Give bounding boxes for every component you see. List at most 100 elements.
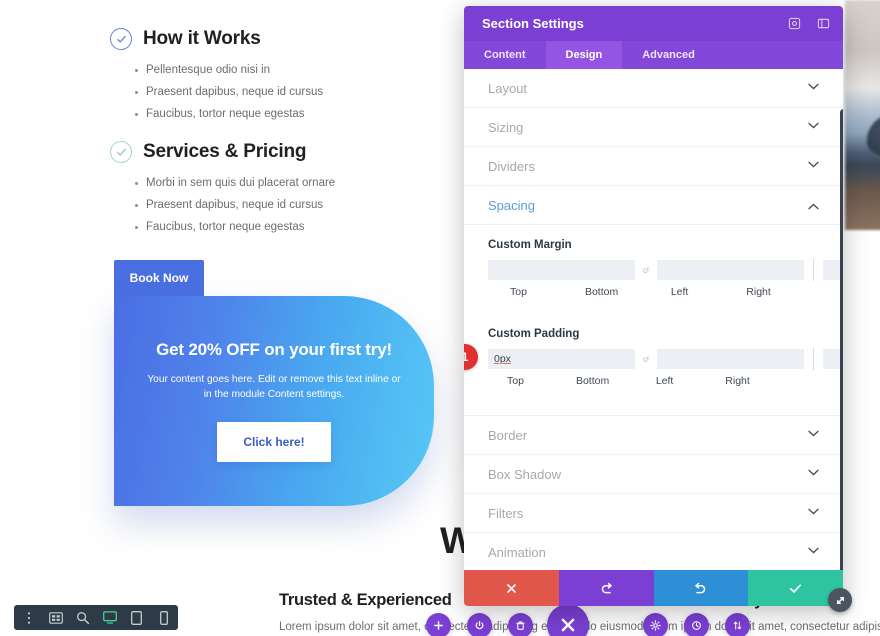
undo-icon <box>601 582 612 593</box>
chevron-down-icon <box>808 508 819 518</box>
accordion-label: Animation <box>488 544 546 560</box>
panel-title: Section Settings <box>482 16 584 31</box>
resize-icon <box>836 596 844 604</box>
desktop-view-icon[interactable] <box>102 610 117 625</box>
sublabel-top: Top <box>507 375 524 387</box>
chevron-down-icon <box>808 83 819 93</box>
sublabel-bottom: Bottom <box>575 375 610 387</box>
panel-body: Layout Sizing Dividers Spacing Custom Ma… <box>464 69 843 570</box>
panel-scrollbar[interactable] <box>840 109 843 570</box>
reorder-button[interactable] <box>725 613 750 636</box>
grid-view-icon[interactable] <box>48 610 63 625</box>
feature-heading: Services & Pricing <box>110 141 335 163</box>
zoom-view-icon[interactable] <box>75 610 90 625</box>
layout-toggle-icon[interactable] <box>816 16 831 31</box>
list-item: Faucibus, tortor neque egestas <box>134 103 323 125</box>
delete-module-button[interactable] <box>508 613 533 636</box>
sort-icon <box>733 621 742 630</box>
panel-header-actions <box>787 6 831 41</box>
padding-bottom-input[interactable] <box>657 349 804 369</box>
divider <box>813 259 814 281</box>
cancel-button[interactable] <box>464 570 559 606</box>
settings-button[interactable] <box>643 613 668 636</box>
add-module-button[interactable] <box>426 613 451 636</box>
custom-padding-label: Custom Padding <box>488 328 580 340</box>
check-circle-icon <box>110 28 132 50</box>
disable-module-button[interactable] <box>467 613 492 636</box>
book-now-tab[interactable]: Book Now <box>114 260 204 296</box>
padding-top-input[interactable] <box>488 349 635 369</box>
phone-view-icon[interactable] <box>156 610 171 625</box>
expand-icon[interactable] <box>787 16 802 31</box>
accordion-label: Spacing <box>488 197 535 213</box>
tab-content[interactable]: Content <box>464 41 546 69</box>
custom-padding-sublabels: Top Bottom Left Right <box>488 375 819 397</box>
chevron-down-icon <box>808 161 819 171</box>
margin-top-input[interactable] <box>488 260 635 280</box>
check-icon <box>790 583 802 593</box>
panel-footer <box>464 570 843 606</box>
bottom-column-body: Lorem ipsum dolor sit amet, consectetur … <box>645 621 880 633</box>
list-item: Morbi in sem quis dui placerat ornare <box>134 172 335 194</box>
view-mode-taskbar <box>14 605 178 630</box>
accordion-spacing[interactable]: Spacing <box>464 186 843 225</box>
section-settings-panel: Section Settings Content Design Advanced… <box>464 6 843 606</box>
promo-cta-button[interactable]: Click here! <box>217 422 331 462</box>
close-icon <box>561 618 575 632</box>
chevron-down-icon <box>808 430 819 440</box>
feature-list: Morbi in sem quis dui placerat ornare Pr… <box>110 172 335 238</box>
feature-block-services-pricing: Services & Pricing Morbi in sem quis dui… <box>110 141 335 238</box>
background-photo <box>845 0 880 230</box>
feature-title: Services & Pricing <box>143 141 307 162</box>
tab-advanced[interactable]: Advanced <box>622 41 715 69</box>
sublabel-right: Right <box>725 375 750 387</box>
sublabel-left: Left <box>670 286 689 298</box>
screen: How it Works Pellentesque odio nisi in P… <box>0 0 880 636</box>
tab-design[interactable]: Design <box>545 41 623 69</box>
list-item: Praesent dapibus, neque id cursus <box>134 81 323 103</box>
accordion-filters[interactable]: Filters <box>464 494 843 533</box>
accordion-layout[interactable]: Layout <box>464 69 843 108</box>
sublabel-top: Top <box>510 286 527 298</box>
more-options-icon[interactable] <box>21 610 36 625</box>
accordion-label: Dividers <box>488 158 535 174</box>
accordion-box-shadow[interactable]: Box Shadow <box>464 455 843 494</box>
divider <box>813 348 814 370</box>
chevron-up-icon <box>808 200 819 210</box>
feature-heading: How it Works <box>110 28 323 50</box>
link-icon[interactable]: c/⋅ <box>635 265 657 276</box>
accordion-animation[interactable]: Animation <box>464 533 843 570</box>
promo-card: Get 20% OFF on your first try! Your cont… <box>114 296 434 506</box>
accordion-label: Filters <box>488 505 524 521</box>
redo-button[interactable] <box>653 570 749 606</box>
history-icon <box>692 621 701 630</box>
sublabel-left: Left <box>655 375 674 387</box>
accordion-label: Sizing <box>488 119 524 135</box>
accordion-dividers[interactable]: Dividers <box>464 147 843 186</box>
accordion-label: Border <box>488 427 528 443</box>
link-icon[interactable]: c/⋅ <box>635 354 657 365</box>
power-icon <box>475 620 484 630</box>
accordion-label: Box Shadow <box>488 466 561 482</box>
history-button[interactable] <box>684 613 709 636</box>
check-circle-icon <box>110 141 132 163</box>
margin-bottom-input[interactable] <box>657 260 804 280</box>
feature-block-how-it-works: How it Works Pellentesque odio nisi in P… <box>110 28 323 125</box>
feature-list: Pellentesque odio nisi in Praesent dapib… <box>110 59 323 125</box>
custom-padding-fields: 1 c/⋅ c/⋅ <box>464 344 843 370</box>
chevron-down-icon <box>808 547 819 557</box>
promo-title: Get 20% OFF on your first try! <box>156 340 392 359</box>
accordion-border[interactable]: Border <box>464 416 843 455</box>
step-badge-1: 1 <box>464 344 478 370</box>
panel-resize-handle[interactable] <box>828 588 852 612</box>
trash-icon <box>516 621 525 630</box>
gear-icon <box>650 620 661 631</box>
redo-icon <box>695 582 706 593</box>
close-icon <box>507 583 516 593</box>
accordion-sizing[interactable]: Sizing <box>464 108 843 147</box>
tablet-view-icon[interactable] <box>129 610 144 625</box>
list-item: Praesent dapibus, neque id cursus <box>134 194 335 216</box>
undo-button[interactable] <box>558 570 654 606</box>
custom-margin-sublabels: Top Bottom Left Right <box>488 286 819 308</box>
panel-header: Section Settings <box>464 6 843 41</box>
